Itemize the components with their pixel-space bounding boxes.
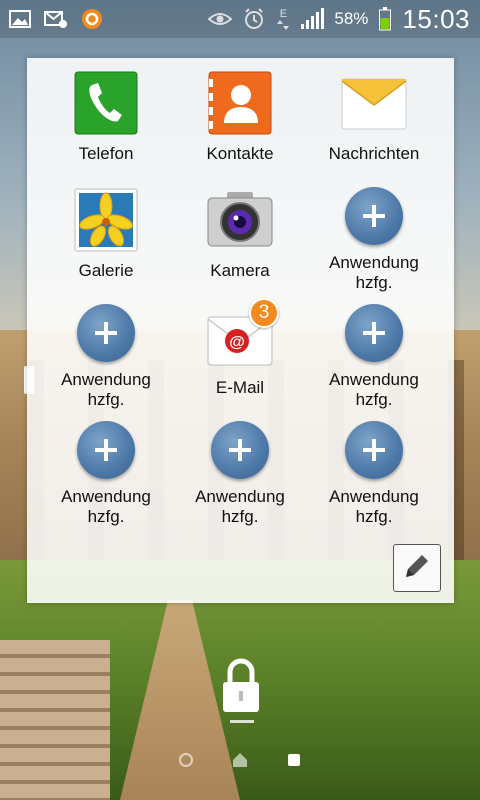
app-label: Anwendung hzfg.: [61, 487, 151, 526]
eye-icon: [208, 8, 233, 30]
lock-icon[interactable]: [221, 658, 261, 714]
email-notification-icon: [44, 8, 68, 30]
home-icon[interactable]: [229, 749, 251, 771]
app-label: Anwendung hzfg.: [61, 370, 151, 409]
app-galerie[interactable]: Galerie: [39, 175, 173, 292]
recent-apps-icon[interactable]: [283, 749, 305, 771]
add-app-slot[interactable]: Anwendung hzfg.: [307, 175, 441, 292]
add-icon: [77, 304, 135, 362]
add-app-slot[interactable]: Anwendung hzfg.: [173, 409, 307, 526]
app-label: Anwendung hzfg.: [329, 253, 419, 292]
add-icon: [345, 421, 403, 479]
app-label: E-Mail: [215, 378, 265, 397]
gallery-icon: [73, 187, 139, 253]
add-icon-wrap: [73, 304, 139, 362]
back-icon[interactable]: [175, 749, 197, 771]
add-icon: [211, 421, 269, 479]
camera-icon: [207, 187, 273, 253]
app-label: Anwendung hzfg.: [329, 487, 419, 526]
phone-icon: [73, 70, 139, 136]
email-badge: 3: [249, 298, 279, 328]
app-email[interactable]: @ 3 E-Mail: [173, 292, 307, 409]
app-label: Anwendung hzfg.: [195, 487, 285, 526]
app-label: Kamera: [210, 261, 270, 280]
add-icon: [345, 187, 403, 245]
status-bar: E 58% 15:03: [0, 0, 480, 38]
lockscreen-shortcut-panel: Telefon Kontakte Nachrichten Galerie Kam…: [27, 58, 454, 603]
email-icon: @ 3: [207, 298, 279, 370]
contacts-icon: [207, 70, 273, 136]
app-label: Kontakte: [206, 144, 274, 163]
add-app-slot[interactable]: Anwendung hzfg.: [307, 409, 441, 526]
app-label: Telefon: [78, 144, 134, 163]
svg-text:@: @: [229, 334, 245, 351]
app-label: Anwendung hzfg.: [329, 370, 419, 409]
navigation-bar: [0, 740, 480, 780]
pencil-icon: [400, 549, 434, 588]
app-kontakte[interactable]: Kontakte: [173, 58, 307, 175]
app-kamera[interactable]: Kamera: [173, 175, 307, 292]
messages-icon: [341, 70, 407, 136]
signal-icon: [300, 8, 325, 30]
image-icon: [8, 8, 32, 30]
data-arrows-icon: E: [276, 8, 290, 30]
add-app-slot[interactable]: Anwendung hzfg.: [39, 292, 173, 409]
lock-indicator: [230, 720, 254, 723]
app-label: Galerie: [78, 261, 134, 280]
add-icon-wrap: [341, 421, 407, 479]
add-icon-wrap: [341, 304, 407, 362]
add-icon-wrap: [207, 421, 273, 479]
app-telefon[interactable]: Telefon: [39, 58, 173, 175]
add-icon: [77, 421, 135, 479]
add-icon-wrap: [73, 421, 139, 479]
app-label: Nachrichten: [328, 144, 420, 163]
add-icon: [345, 304, 403, 362]
app-notification-icon: [80, 8, 104, 30]
alarm-icon: [242, 8, 266, 30]
app-nachrichten[interactable]: Nachrichten: [307, 58, 441, 175]
battery-percent: 58%: [334, 9, 369, 28]
edit-button[interactable]: [393, 544, 441, 592]
clock: 15:03: [402, 3, 470, 34]
app-grid: Telefon Kontakte Nachrichten Galerie Kam…: [27, 58, 454, 526]
battery-icon: [378, 7, 392, 31]
add-icon-wrap: [341, 187, 407, 245]
add-app-slot[interactable]: Anwendung hzfg.: [307, 292, 441, 409]
add-app-slot[interactable]: Anwendung hzfg.: [39, 409, 173, 526]
